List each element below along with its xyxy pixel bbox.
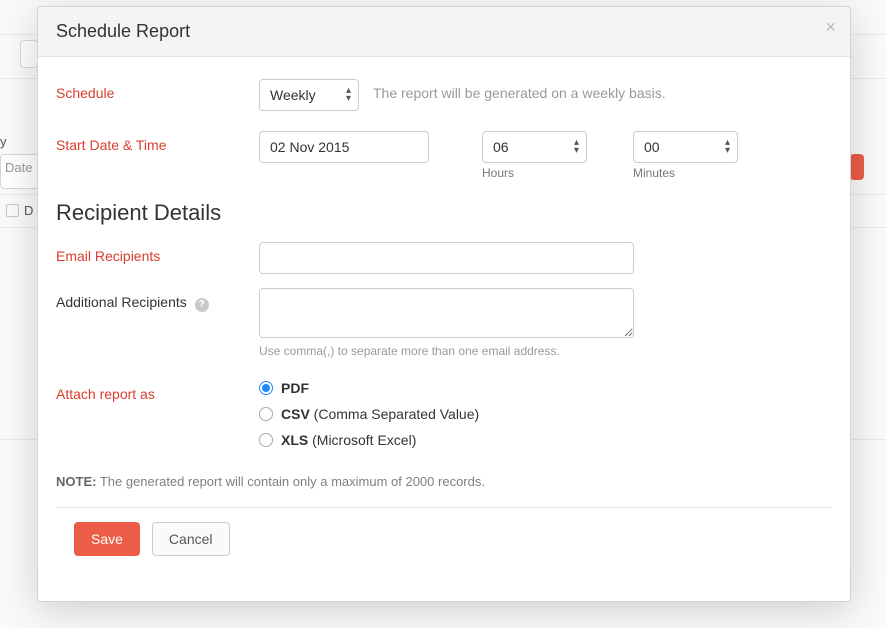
- schedule-report-modal: Schedule Report × Schedule Weekly The re…: [37, 6, 851, 602]
- recipient-details-heading: Recipient Details: [56, 200, 832, 226]
- start-date-input[interactable]: [259, 131, 429, 163]
- schedule-label: Schedule: [56, 79, 259, 101]
- hours-select[interactable]: 06: [482, 131, 587, 163]
- hours-sublabel: Hours: [482, 166, 587, 180]
- help-icon[interactable]: ?: [195, 298, 209, 312]
- bg-date-field: Date: [0, 154, 42, 189]
- minutes-sublabel: Minutes: [633, 166, 738, 180]
- save-button[interactable]: Save: [74, 522, 140, 556]
- modal-body: Schedule Weekly The report will be gener…: [38, 57, 850, 601]
- attach-option-pdf[interactable]: PDF: [259, 380, 309, 396]
- close-icon[interactable]: ×: [825, 17, 836, 38]
- bg-button: [20, 40, 38, 68]
- start-date-time-label: Start Date & Time: [56, 131, 259, 153]
- radio-csv-label: CSV (Comma Separated Value): [281, 406, 479, 422]
- note-text: NOTE: The generated report will contain …: [56, 474, 832, 489]
- radio-pdf[interactable]: [259, 381, 273, 395]
- modal-header: Schedule Report ×: [38, 7, 850, 57]
- radio-xls-label: XLS (Microsoft Excel): [281, 432, 416, 448]
- bg-checkbox: [6, 204, 19, 217]
- email-recipients-label: Email Recipients: [56, 242, 259, 264]
- minutes-select[interactable]: 00: [633, 131, 738, 163]
- additional-recipients-label: Additional Recipients ?: [56, 288, 259, 312]
- attach-option-xls[interactable]: XLS (Microsoft Excel): [259, 432, 416, 448]
- attach-option-csv[interactable]: CSV (Comma Separated Value): [259, 406, 479, 422]
- radio-csv[interactable]: [259, 407, 273, 421]
- radio-xls[interactable]: [259, 433, 273, 447]
- cancel-button[interactable]: Cancel: [152, 522, 230, 556]
- schedule-hint: The report will be generated on a weekly…: [373, 79, 666, 101]
- schedule-select[interactable]: Weekly: [259, 79, 359, 111]
- email-recipients-input[interactable]: [259, 242, 634, 274]
- additional-recipients-textarea[interactable]: [259, 288, 634, 338]
- bg-red-button: [850, 154, 864, 180]
- attach-report-as-label: Attach report as: [56, 380, 259, 402]
- additional-recipients-hint: Use comma(,) to separate more than one e…: [259, 344, 560, 358]
- modal-footer: Save Cancel: [56, 507, 832, 556]
- modal-title: Schedule Report: [56, 21, 832, 42]
- radio-pdf-label: PDF: [281, 380, 309, 396]
